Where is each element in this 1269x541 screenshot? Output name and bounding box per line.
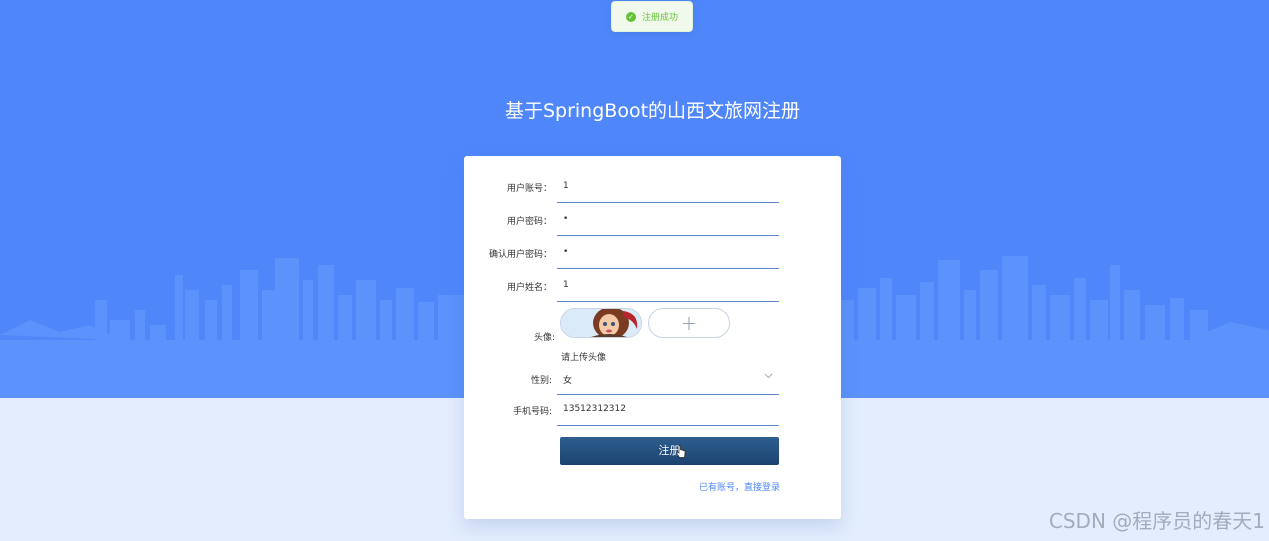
toast-message: 注册成功 (641, 13, 678, 23)
field-value: 1 (563, 181, 569, 191)
watermark-text: CSDN @程序员的春天1 (1048, 509, 1265, 533)
form-row-confirm-password: 确认用户密码： • (464, 239, 841, 269)
field-value: • (563, 214, 569, 224)
confirm-password-input[interactable]: • (557, 239, 779, 269)
upload-avatar-button[interactable]: + (648, 308, 730, 338)
gender-select[interactable]: 女 (557, 365, 779, 395)
register-button[interactable]: 注册 (560, 437, 779, 465)
name-input[interactable]: 1 (557, 272, 779, 302)
password-input[interactable]: • (557, 206, 779, 236)
form-row-password: 用户密码： • (464, 206, 841, 236)
field-value: 1 (563, 280, 569, 290)
field-label: 用户姓名： (506, 283, 552, 293)
field-value: 13512312312 (563, 404, 626, 414)
field-label: 用户账号： (506, 184, 552, 194)
hand-cursor-icon (676, 445, 686, 458)
avatar-image[interactable] (560, 308, 642, 338)
chevron-down-icon (764, 372, 773, 382)
login-link[interactable]: 已有账号，直接登录 (699, 480, 780, 493)
avatar-portrait-icon (561, 309, 641, 337)
field-label: 手机号码: (512, 407, 552, 417)
field-value: • (563, 247, 569, 257)
field-value: 女 (563, 376, 573, 386)
success-toast: ✓ 注册成功 (611, 1, 693, 32)
form-row-phone: 手机号码: 13512312312 (464, 396, 841, 426)
upload-hint: 请上传头像 (561, 353, 607, 363)
field-label: 用户密码： (506, 217, 552, 227)
field-label: 性别: (530, 376, 552, 386)
plus-icon: + (680, 311, 698, 335)
register-card: 用户账号： 1 用户密码： • 确认用户密码： • 用户姓名： 1 头像: + … (464, 156, 841, 519)
page-title: 基于SpringBoot的山西文旅网注册 (504, 100, 801, 122)
form-row-gender: 性别: 女 (464, 365, 841, 395)
check-circle-icon: ✓ (625, 11, 636, 22)
form-row-name: 用户姓名： 1 (464, 272, 841, 302)
form-row-account: 用户账号： 1 (464, 173, 841, 203)
account-input[interactable]: 1 (557, 173, 779, 203)
field-label: 确认用户密码： (488, 250, 552, 260)
phone-input[interactable]: 13512312312 (557, 396, 779, 426)
avatar-label: 头像: (533, 333, 555, 343)
